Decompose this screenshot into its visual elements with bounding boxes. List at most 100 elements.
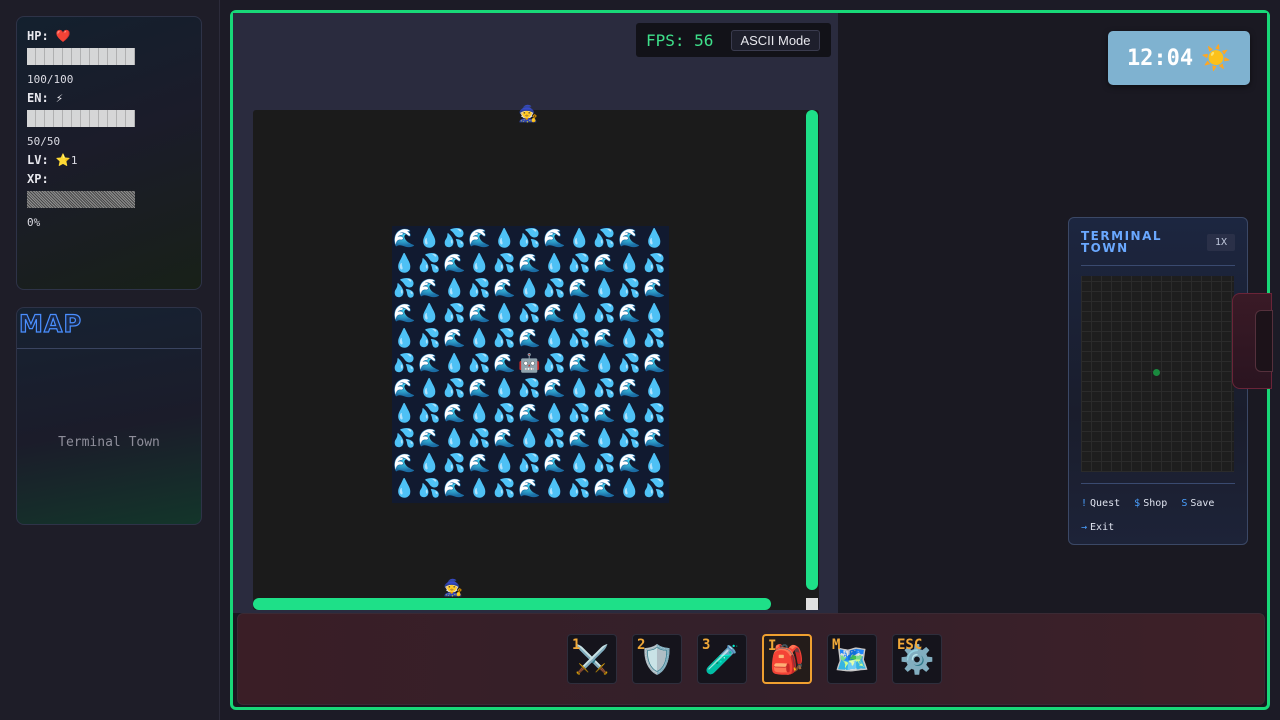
legend-label: Shop	[1143, 498, 1168, 509]
water-tile: 💧	[443, 428, 466, 449]
wizard-sprite-top[interactable]: 🧙	[518, 106, 538, 122]
robot-sprite[interactable]: 🤖	[517, 351, 542, 376]
ascii-mode-button[interactable]: ASCII Mode	[731, 29, 820, 51]
water-tile: 💦	[468, 353, 491, 374]
star-icon: ⭐	[55, 153, 71, 167]
hotkey-label: 1	[572, 637, 581, 653]
water-tile: 💦	[443, 228, 466, 249]
water-tile: 💧	[468, 253, 491, 274]
hotbar-slot-potion[interactable]: 3 🧪	[697, 634, 747, 684]
game-clock: 12:04 ☀️	[1108, 31, 1250, 85]
vertical-scrollbar[interactable]	[806, 110, 818, 590]
water-tile: 💦	[593, 303, 616, 324]
water-tile: 🌊	[518, 478, 541, 499]
water-tile: 💧	[568, 228, 591, 249]
legend-label: Quest	[1090, 498, 1121, 509]
xp-row: XP:	[27, 170, 191, 189]
water-tile: 🌊	[568, 428, 591, 449]
map-location-name: Terminal Town	[58, 435, 160, 450]
game-frame: FPS: 56 ASCII Mode 🧙 🌊 💧 💦 🌊 💧 💦 🌊 💧 💦 🌊 💧 💧 💦 🌊 💧 💦 🌊 💧 💦…	[230, 10, 1273, 710]
minimap-grid[interactable]	[1081, 276, 1234, 472]
water-tile: 🌊	[543, 378, 566, 399]
hotbar-slot-settings[interactable]: ESC ⚙️	[892, 634, 942, 684]
town-divider	[1081, 265, 1235, 266]
lv-value: 1	[70, 154, 78, 167]
water-tile: 🌊	[418, 278, 441, 299]
hotbar-slot-shield[interactable]: 2 🛡️	[632, 634, 682, 684]
game-canvas[interactable]: 🧙 🌊 💧 💦 🌊 💧 💦 🌊 💧 💦 🌊 💧 💧 💦 🌊 💧 💦 🌊 💧 💦 🌊 💧 💦 💦 🌊 💧 💦 🌊 💧 💦 🌊 💧 💦 🌊 🌊 💧 💦 🌊 💧…	[253, 106, 819, 610]
water-tile: 💦	[643, 478, 666, 499]
hotkey-label: ESC	[897, 637, 923, 653]
hp-bar	[27, 48, 135, 65]
horizontal-scrollbar[interactable]	[253, 598, 771, 610]
wizard-sprite-player[interactable]: 🧙	[443, 580, 463, 596]
hotbar: 1 ⚔️ 2 🛡️ 3 🧪 I 🎒 M 🗺️ ESC ⚙️	[237, 613, 1265, 705]
map-panel: MAP Terminal Town	[16, 307, 202, 525]
hotbar-slot-inventory[interactable]: I 🎒	[762, 634, 812, 684]
stats-panel: HP: ❤️ 100/100 EN: ⚡ 50/50 LV: ⭐1 XP: 0%	[16, 16, 202, 290]
town-divider-bottom	[1081, 483, 1235, 484]
zoom-badge[interactable]: 1X	[1206, 234, 1235, 251]
hotkey-label: 2	[637, 637, 646, 653]
en-row: EN: ⚡	[27, 89, 191, 108]
water-tile: 💦	[518, 453, 541, 474]
water-tile: 💧	[518, 278, 541, 299]
legend-shop: $ Shop	[1134, 498, 1167, 509]
water-tile: 🌊	[468, 228, 491, 249]
water-tile: 🌊	[543, 228, 566, 249]
water-tile: 🌊	[418, 353, 441, 374]
water-tile: 🌊	[568, 278, 591, 299]
water-tile: 💦	[568, 253, 591, 274]
water-tile: 💦	[418, 328, 441, 349]
water-tile: 🌊	[543, 453, 566, 474]
legend-key: S	[1181, 498, 1188, 509]
water-tile: 🌊	[518, 253, 541, 274]
water-tile: 💦	[418, 478, 441, 499]
water-tile: 💦	[443, 378, 466, 399]
side-drawer-handle[interactable]	[1255, 310, 1273, 372]
water-tile: 💧	[568, 453, 591, 474]
water-tile: 💧	[568, 378, 591, 399]
water-tile: 💦	[643, 253, 666, 274]
water-tile: 💦	[618, 428, 641, 449]
water-tile: 💦	[568, 478, 591, 499]
map-divider	[17, 348, 201, 349]
left-sidebar: HP: ❤️ 100/100 EN: ⚡ 50/50 LV: ⭐1 XP: 0%…	[0, 0, 220, 720]
water-tile: 💧	[543, 328, 566, 349]
town-legend: ! Quest $ Shop S Save → Exit	[1081, 492, 1241, 540]
water-tile: 💧	[618, 403, 641, 424]
water-tile: 🌊	[593, 403, 616, 424]
hotbar-slot-sword[interactable]: 1 ⚔️	[567, 634, 617, 684]
water-tile: 🌊	[468, 453, 491, 474]
legend-key: $	[1134, 498, 1141, 509]
water-tile: 💦	[493, 403, 516, 424]
water-tile: 💦	[568, 403, 591, 424]
water-tile: 💦	[518, 378, 541, 399]
water-tile: 🌊	[493, 353, 516, 374]
water-tile: 🌊	[518, 328, 541, 349]
legend-label: Exit	[1090, 522, 1115, 533]
water-tile: 🌊	[543, 303, 566, 324]
legend-save: S Save	[1181, 498, 1214, 509]
sun-icon: ☀️	[1201, 44, 1232, 72]
water-tile: 💦	[418, 403, 441, 424]
hotbar-slot-map[interactable]: M 🗺️	[827, 634, 877, 684]
side-drawer-tab[interactable]	[1232, 293, 1273, 389]
en-bar	[27, 110, 135, 127]
water-tile: 💦	[393, 428, 416, 449]
water-tile: 💧	[393, 478, 416, 499]
water-tile: 💦	[593, 378, 616, 399]
en-value: 50/50	[27, 135, 61, 148]
water-tile: 💦	[593, 228, 616, 249]
lv-row: LV: ⭐1	[27, 151, 191, 170]
clock-time: 12:04	[1126, 45, 1194, 71]
lv-label: LV:	[27, 153, 49, 167]
water-tile: 💦	[493, 328, 516, 349]
water-tile: 💦	[443, 453, 466, 474]
water-tile: 🌊	[493, 428, 516, 449]
water-tile: 🌊	[443, 478, 466, 499]
water-tile: 💧	[493, 378, 516, 399]
water-tile: 💧	[418, 303, 441, 324]
water-tile: 💧	[593, 278, 616, 299]
water-tile: 💧	[443, 278, 466, 299]
